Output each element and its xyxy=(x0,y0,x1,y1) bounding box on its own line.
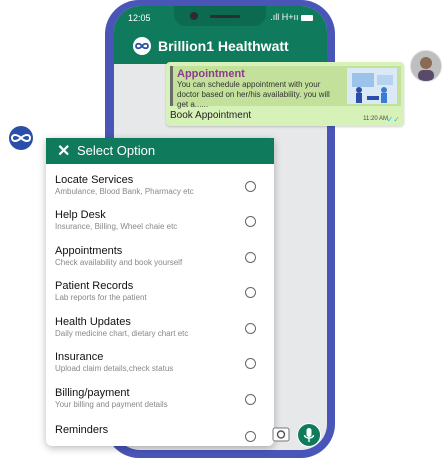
avatar xyxy=(410,50,442,82)
close-icon[interactable]: ✕ xyxy=(57,141,70,161)
person-icon xyxy=(411,51,441,81)
read-receipt-icon: ✓✓ xyxy=(386,115,400,124)
option-subtitle: Ambulance, Blood Bank, Pharmacy etc xyxy=(55,187,194,196)
option-title: Locate Services xyxy=(55,174,134,186)
option-title: Patient Records xyxy=(55,280,134,292)
battery-icon xyxy=(301,14,313,21)
option-help-desk[interactable]: Help Desk Insurance, Billing, Wheel chai… xyxy=(46,209,274,243)
link-preview[interactable]: Appointment You can schedule appointment… xyxy=(170,66,401,109)
option-reminders[interactable]: Reminders xyxy=(46,424,274,446)
app-title: Brillion1 Healthwatt xyxy=(158,38,289,54)
option-subtitle: Daily medicine chart, dietary chart etc xyxy=(55,329,189,338)
preview-title: Appointment xyxy=(177,68,245,80)
option-title: Insurance xyxy=(55,351,104,363)
option-title: Billing/payment xyxy=(55,387,130,399)
preview-thumbnail xyxy=(347,68,397,104)
option-subtitle: Insurance, Billing, Wheel chaie etc xyxy=(55,222,178,231)
option-patient-records[interactable]: Patient Records Lab reports for the pati… xyxy=(46,280,274,314)
option-title: Appointments xyxy=(55,245,123,257)
radio-button[interactable] xyxy=(245,181,256,192)
signal-text: .ıll H+ıı xyxy=(270,12,299,22)
option-title: Health Updates xyxy=(55,316,131,328)
preview-description: You can schedule appointment with your d… xyxy=(177,80,330,109)
option-subtitle: Your billing and payment details xyxy=(55,400,168,409)
status-bar: 12:05 .ıll H+ıı xyxy=(114,6,327,28)
radio-button[interactable] xyxy=(245,431,256,442)
option-billing-payment[interactable]: Billing/payment Your billing and payment… xyxy=(46,387,274,421)
radio-button[interactable] xyxy=(245,216,256,227)
select-option-panel: ✕ Select Option Locate Services Ambulanc… xyxy=(46,138,274,446)
panel-title: Select Option xyxy=(77,143,156,158)
option-subtitle: Lab reports for the patient xyxy=(55,293,147,302)
status-time: 12:05 xyxy=(128,13,151,23)
radio-button[interactable] xyxy=(245,394,256,405)
message-text: Book Appointment xyxy=(170,110,252,121)
option-locate-services[interactable]: Locate Services Ambulance, Blood Bank, P… xyxy=(46,174,274,208)
mic-icon xyxy=(303,428,315,442)
panel-header: ✕ Select Option xyxy=(46,138,274,164)
app-header: Brillion1 Healthwatt xyxy=(114,28,327,64)
radio-button[interactable] xyxy=(245,287,256,298)
doctor-illustration-icon xyxy=(347,68,397,104)
option-subtitle: Check availability and book yourself xyxy=(55,258,183,267)
option-insurance[interactable]: Insurance Upload claim details,check sta… xyxy=(46,351,274,385)
radio-button[interactable] xyxy=(245,252,256,263)
radio-button[interactable] xyxy=(245,358,256,369)
camera-icon[interactable] xyxy=(272,426,290,442)
brand-logo-icon xyxy=(9,126,33,150)
signal-indicator: .ıll H+ıı xyxy=(270,12,313,22)
option-subtitle: Upload claim details,check status xyxy=(55,364,174,373)
message-bubble[interactable]: Appointment You can schedule appointment… xyxy=(166,62,404,126)
option-appointments[interactable]: Appointments Check availability and book… xyxy=(46,245,274,279)
speaker-slot xyxy=(210,15,240,18)
camera-dot xyxy=(190,12,198,20)
radio-button[interactable] xyxy=(245,323,256,334)
option-health-updates[interactable]: Health Updates Daily medicine chart, die… xyxy=(46,316,274,350)
mic-button[interactable] xyxy=(297,423,321,447)
option-title: Reminders xyxy=(55,424,109,436)
message-time: 11:20 AM xyxy=(363,116,388,122)
option-title: Help Desk xyxy=(55,209,106,221)
app-logo-icon xyxy=(133,37,151,55)
